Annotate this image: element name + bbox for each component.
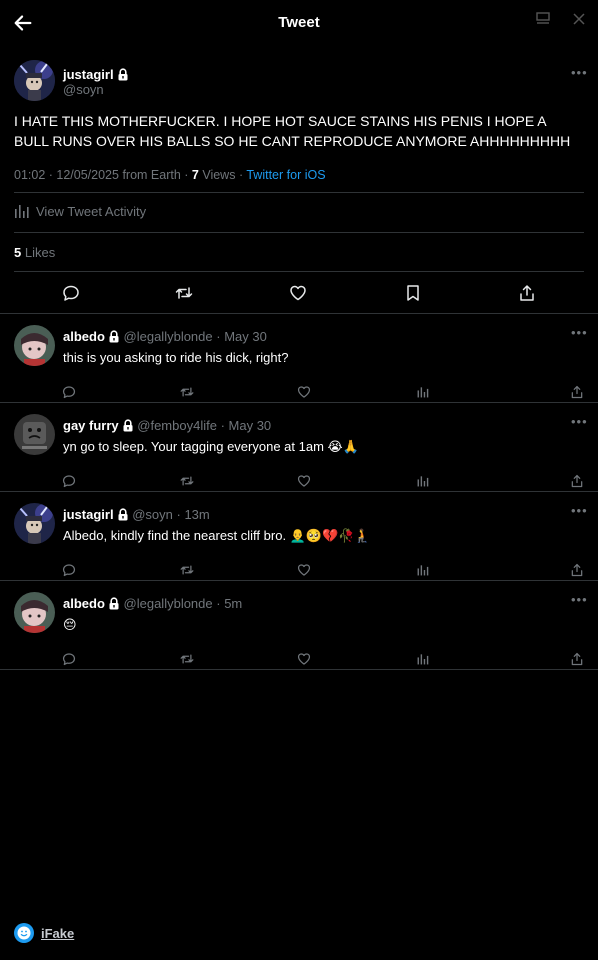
lock-icon bbox=[118, 68, 128, 81]
avatar-image bbox=[14, 60, 55, 101]
reply-item[interactable]: albedo @legallyblonde · May 30 ••• this … bbox=[0, 314, 598, 403]
share-icon[interactable] bbox=[570, 474, 584, 488]
more-icon[interactable]: ••• bbox=[571, 414, 588, 429]
close-icon[interactable] bbox=[572, 12, 586, 26]
divider bbox=[14, 271, 584, 272]
views-label: Views bbox=[202, 168, 236, 182]
reply-time: May 30 bbox=[224, 329, 267, 344]
like-icon[interactable] bbox=[289, 284, 307, 302]
reply-time: May 30 bbox=[228, 418, 272, 433]
reply-handle[interactable]: @legallyblonde bbox=[124, 596, 213, 611]
lock-icon bbox=[123, 419, 133, 432]
share-icon[interactable] bbox=[518, 284, 536, 302]
reply-icon[interactable] bbox=[62, 385, 76, 399]
share-icon[interactable] bbox=[570, 385, 584, 399]
lock-icon bbox=[118, 508, 128, 521]
like-icon[interactable] bbox=[297, 474, 311, 488]
reply-handle[interactable]: @femboy4life bbox=[137, 418, 217, 433]
author-handle[interactable]: @soyn bbox=[63, 82, 104, 97]
analytics-icon[interactable] bbox=[416, 385, 430, 399]
reply-text: this is you asking to ride his dick, rig… bbox=[63, 350, 289, 365]
divider bbox=[14, 192, 584, 193]
reply-author-name[interactable]: albedo bbox=[63, 596, 105, 611]
analytics-icon[interactable] bbox=[416, 563, 430, 577]
retweet-icon[interactable] bbox=[180, 385, 194, 399]
top-bar: Tweet bbox=[0, 0, 598, 46]
avatar[interactable] bbox=[14, 60, 55, 101]
reply-time: 5m bbox=[224, 596, 243, 611]
share-icon[interactable] bbox=[570, 563, 584, 577]
analytics-icon[interactable] bbox=[416, 474, 430, 488]
tweet-activity-button[interactable]: View Tweet Activity bbox=[14, 203, 146, 219]
reply-item[interactable]: gay furry @femboy4life · May 30 ••• yn g… bbox=[0, 403, 598, 492]
activity-label: View Tweet Activity bbox=[36, 204, 147, 219]
analytics-icon bbox=[15, 205, 29, 218]
more-icon[interactable]: ••• bbox=[571, 65, 588, 80]
more-icon[interactable]: ••• bbox=[571, 325, 588, 340]
reply-icon[interactable] bbox=[62, 652, 76, 666]
like-icon[interactable] bbox=[297, 563, 311, 577]
bookmark-icon[interactable] bbox=[404, 284, 422, 302]
likes-number: 5 bbox=[14, 245, 22, 260]
more-icon[interactable]: ••• bbox=[571, 592, 588, 607]
smiley-logo-icon bbox=[14, 923, 34, 943]
retweet-icon[interactable] bbox=[180, 474, 194, 488]
reply-icon[interactable] bbox=[62, 563, 76, 577]
reply-item[interactable]: justagirl @soyn · 13m ••• Albedo, kindly… bbox=[0, 492, 598, 581]
reply-handle[interactable]: @legallyblonde bbox=[124, 329, 213, 344]
reply-time: 13m bbox=[184, 507, 210, 522]
reply-item[interactable]: albedo @legallyblonde · 5m ••• 😔 bbox=[0, 581, 598, 670]
retweet-icon[interactable] bbox=[175, 284, 193, 302]
page-title: Tweet bbox=[278, 14, 320, 31]
analytics-icon[interactable] bbox=[416, 652, 430, 666]
likes-label: Likes bbox=[24, 245, 56, 260]
reply-author-name[interactable]: gay furry bbox=[63, 418, 119, 433]
client-link[interactable]: Twitter for iOS bbox=[246, 168, 325, 182]
avatar[interactable] bbox=[14, 503, 55, 544]
reply-text: Albedo, kindly find the nearest cliff br… bbox=[63, 528, 371, 543]
reply-author-name[interactable]: albedo bbox=[63, 329, 105, 344]
reply-icon[interactable] bbox=[62, 284, 80, 302]
avatar-image bbox=[14, 414, 55, 455]
brand-link[interactable]: iFake bbox=[41, 926, 74, 941]
likes-count[interactable]: 5 Likes bbox=[14, 245, 55, 260]
retweet-icon[interactable] bbox=[180, 652, 194, 666]
avatar-image bbox=[14, 325, 55, 366]
divider bbox=[14, 232, 584, 233]
avatar[interactable] bbox=[14, 325, 55, 366]
retweet-icon[interactable] bbox=[180, 563, 194, 577]
tweet-date: 12/05/2025 bbox=[56, 168, 119, 182]
avatar[interactable] bbox=[14, 414, 55, 455]
more-icon[interactable]: ••• bbox=[571, 503, 588, 518]
avatar-image bbox=[14, 503, 55, 544]
lock-icon bbox=[109, 597, 119, 610]
reply-icon[interactable] bbox=[62, 474, 76, 488]
lock-icon bbox=[109, 330, 119, 343]
tweet-meta: 01:02 · 12/05/2025 from Earth · 7 Views … bbox=[14, 168, 326, 182]
reply-text: 😔 bbox=[63, 617, 77, 632]
tweet-text: I HATE THIS MOTHERFUCKER. I HOPE HOT SAU… bbox=[14, 113, 571, 149]
author-name[interactable]: justagirl bbox=[63, 67, 114, 82]
window-icon[interactable] bbox=[536, 12, 550, 24]
avatar-image bbox=[14, 592, 55, 633]
reply-handle[interactable]: @soyn bbox=[132, 507, 173, 522]
views-count: 7 bbox=[191, 168, 199, 182]
tweet-location: from Earth bbox=[122, 168, 181, 182]
like-icon[interactable] bbox=[297, 385, 311, 399]
avatar[interactable] bbox=[14, 592, 55, 633]
share-icon[interactable] bbox=[570, 652, 584, 666]
like-icon[interactable] bbox=[297, 652, 311, 666]
tweet-time: 01:02 bbox=[14, 168, 46, 182]
reply-author-name[interactable]: justagirl bbox=[63, 507, 114, 522]
reply-text: yn go to sleep. Your tagging everyone at… bbox=[63, 439, 359, 454]
